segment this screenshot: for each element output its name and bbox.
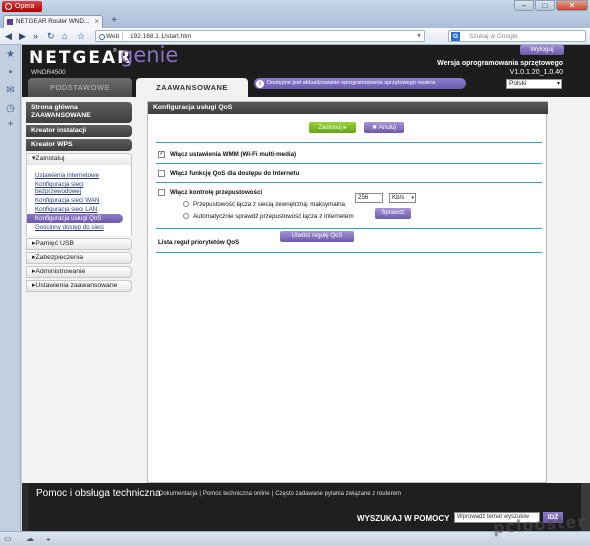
search-field[interactable]: G Szukaj w Google: [448, 30, 586, 42]
firmware-update-notice[interactable]: i Dostępne jest aktualizowanie oprogramo…: [254, 78, 466, 89]
forward-icon[interactable]: ▶: [19, 31, 26, 41]
window-controls: – □ ✕: [514, 0, 588, 12]
divider: [156, 182, 542, 183]
browser-tabbar: NETGEAR Router WND... × +: [0, 13, 590, 28]
apply-button[interactable]: Zastosuj ▸: [309, 122, 356, 133]
uplink-bandwidth-input[interactable]: 256: [355, 193, 383, 203]
tab-advanced[interactable]: ZAAWANSOWANE: [136, 78, 248, 97]
add-panel-icon[interactable]: +: [5, 119, 16, 130]
divider: [156, 228, 542, 229]
panel-toggle-icon[interactable]: ▭: [4, 534, 12, 543]
uplink-manual-label: Przepustowość łącza z siecią zewnętrzną:…: [193, 201, 345, 208]
panel-title: Konfiguracja usługi QoS: [148, 102, 548, 114]
url-text: 192.168.1.1/start.htm: [130, 33, 192, 40]
left-navigation: Strona główna ZAAWANSOWANE Kreator insta…: [26, 102, 132, 294]
netgear-favicon-icon: [7, 19, 13, 25]
close-tab-icon[interactable]: ×: [94, 16, 99, 28]
router-model: WNDR4500: [31, 69, 66, 76]
browser-addressbar: ◀ ▶ » ↻ ⌂ ☆ Web 192.168.1.1/start.htm ▾ …: [0, 28, 590, 45]
help-search-label: WYSZUKAJ W POMOCY: [357, 514, 450, 523]
cancel-button[interactable]: ✖ Anuluj: [364, 122, 404, 133]
opera-menu-button[interactable]: Opera: [2, 1, 42, 12]
minimize-button[interactable]: –: [514, 0, 534, 11]
dropdown-arrow-icon: ▾: [411, 195, 414, 201]
back-icon[interactable]: ◀: [5, 31, 12, 41]
qos-panel: Konfiguracja usługi QoS Zastosuj ▸ ✖ Anu…: [147, 101, 548, 483]
globe-icon: [99, 33, 105, 40]
divider: [156, 142, 542, 143]
nav-internet-setup[interactable]: Ustawienia internetowe: [27, 171, 131, 180]
reload-icon[interactable]: ↻: [47, 31, 55, 41]
nav-usb-storage[interactable]: ▸Pamięć USB: [26, 238, 132, 250]
search-placeholder: Szukaj w Google: [469, 33, 518, 40]
uplink-unit-select[interactable]: Kb/s ▾: [389, 193, 416, 203]
opera-logo-icon: [5, 3, 12, 10]
firmware-version: V1.0.1.20_1.0.40: [509, 69, 563, 76]
wmm-checkbox[interactable]: ✓: [158, 151, 165, 158]
internet-qos-label: Włącz funkcję QoS dla dostępu do Interne…: [170, 170, 300, 177]
browser-tab-title: NETGEAR Router WND...: [16, 18, 90, 25]
nav-lan-setup[interactable]: Konfiguracja sieci LAN: [27, 205, 131, 214]
page-margin: [22, 483, 29, 531]
logout-button[interactable]: Wyloguj: [520, 45, 564, 55]
router-page: NETGEAR ® genie WNDR4500 Wyloguj Wersja …: [22, 45, 590, 531]
nav-wan-setup[interactable]: Konfiguracja sieci WAN: [27, 196, 131, 205]
divider: [156, 252, 542, 253]
nav-setup-wizard[interactable]: Kreator instalacji: [26, 125, 132, 137]
firmware-label: Wersja oprogramowania sprzętowego: [437, 60, 563, 67]
uplink-auto-label: Automatycznie sprawdź przepustowość łącz…: [193, 213, 354, 220]
bookmark-icon[interactable]: ☆: [77, 31, 85, 41]
mail-icon[interactable]: ✉: [5, 85, 16, 96]
nav-wps-wizard[interactable]: Kreator WPS: [26, 139, 132, 151]
sync-icon[interactable]: ◒: [46, 534, 51, 543]
help-links: Dokumentacja | Pomoc techniczna online | Czę…: [157, 491, 403, 497]
cloud-icon[interactable]: ☁: [26, 534, 34, 543]
help-link-faq[interactable]: Często zadawane pytania związane z route…: [273, 491, 403, 497]
nav-qos-setup[interactable]: Konfiguracja usługi QoS: [27, 214, 123, 223]
star-icon[interactable]: ★: [5, 49, 16, 60]
browser-sidepanel: ★ ▪ ✉ ◷ +: [0, 45, 21, 531]
home-icon[interactable]: ⌂: [62, 31, 67, 41]
router-body: Strona główna ZAAWANSOWANE Kreator insta…: [22, 97, 590, 483]
genie-logo: genie: [120, 45, 179, 67]
nav-security[interactable]: ▸Zabezpieczenia: [26, 252, 132, 264]
nav-guest-network[interactable]: Gościnny dostęp do sieci: [27, 223, 131, 232]
help-link-online-support[interactable]: Pomoc techniczna online: [201, 491, 272, 497]
nav-wireless-setup[interactable]: Konfiguracja sieci bezprzewodowej: [27, 180, 131, 196]
priority-rules-label: Lista reguł priorytetów QoS: [158, 239, 240, 246]
nav-setup-section[interactable]: ▾Zainstaluj: [26, 153, 132, 165]
wmm-label: Włącz ustawienia WMM (Wi-Fi multi-media): [170, 151, 297, 158]
nav-administration[interactable]: ▸Administrowanie: [26, 266, 132, 278]
check-bandwidth-button[interactable]: Sprawdź: [375, 208, 411, 219]
dropdown-icon[interactable]: ▾: [417, 31, 421, 40]
uplink-auto-radio[interactable]: [183, 213, 189, 219]
divider: [156, 163, 542, 164]
web-badge: Web: [98, 32, 124, 41]
info-icon: i: [256, 79, 264, 88]
nav-setup-submenu: Ustawienia internetowe Konfiguracja siec…: [26, 165, 132, 236]
chat-icon[interactable]: ▪: [5, 67, 16, 78]
nav-advanced-home[interactable]: Strona główna ZAAWANSOWANE: [26, 102, 132, 123]
maximize-button[interactable]: □: [535, 0, 555, 11]
uplink-manual-radio[interactable]: [183, 201, 189, 207]
tab-basic[interactable]: PODSTAWOWE: [28, 78, 132, 97]
browser-titlebar: Opera – □ ✕: [0, 0, 590, 13]
registered-mark: ®: [113, 48, 117, 54]
fast-forward-icon[interactable]: »: [33, 31, 38, 41]
bandwidth-label: Włącz kontrolę przepustowości: [170, 189, 263, 196]
nav-advanced-setup[interactable]: ▸Ustawienia zaawansowane: [26, 280, 132, 292]
help-title: Pomoc i obsługa techniczna: [36, 488, 161, 499]
history-icon[interactable]: ◷: [5, 103, 16, 114]
address-field[interactable]: Web 192.168.1.1/start.htm ▾: [95, 30, 425, 42]
bandwidth-checkbox[interactable]: [158, 189, 165, 196]
help-link-documentation[interactable]: Dokumentacja: [157, 491, 199, 497]
internet-qos-checkbox[interactable]: [158, 170, 165, 177]
opera-menu-label: Opera: [15, 3, 35, 10]
google-icon: G: [451, 32, 460, 41]
create-qos-rule-button[interactable]: Utwórz regułę QoS: [280, 231, 354, 242]
close-window-button[interactable]: ✕: [556, 0, 588, 11]
browser-tab[interactable]: NETGEAR Router WND... ×: [3, 15, 103, 28]
new-tab-button[interactable]: +: [108, 16, 120, 27]
